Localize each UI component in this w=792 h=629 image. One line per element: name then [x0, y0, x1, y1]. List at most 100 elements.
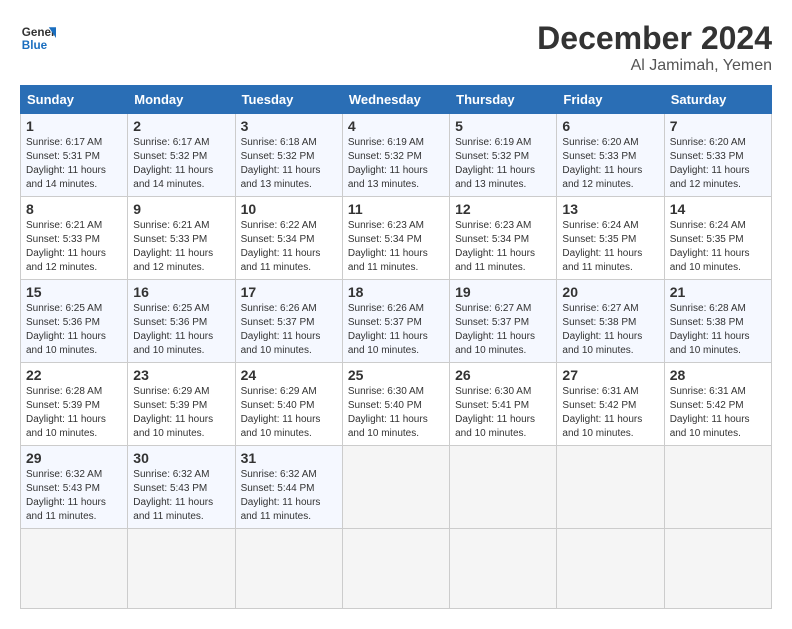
calendar-week-row	[21, 529, 772, 609]
day-info: Sunrise: 6:29 AMSunset: 5:40 PMDaylight:…	[241, 386, 321, 439]
table-row: 2 Sunrise: 6:17 AMSunset: 5:32 PMDayligh…	[128, 114, 235, 197]
day-number: 28	[670, 367, 766, 383]
month-title: December 2024	[537, 20, 772, 57]
day-number: 8	[26, 201, 122, 217]
table-row: 15 Sunrise: 6:25 AMSunset: 5:36 PMDaylig…	[21, 280, 128, 363]
title-block: December 2024 Al Jamimah, Yemen	[537, 20, 772, 75]
header-friday: Friday	[557, 86, 664, 114]
table-row: 4 Sunrise: 6:19 AMSunset: 5:32 PMDayligh…	[342, 114, 449, 197]
day-number: 20	[562, 284, 658, 300]
header-saturday: Saturday	[664, 86, 771, 114]
day-info: Sunrise: 6:21 AMSunset: 5:33 PMDaylight:…	[133, 220, 213, 273]
table-row	[235, 529, 342, 609]
day-info: Sunrise: 6:28 AMSunset: 5:38 PMDaylight:…	[670, 303, 750, 356]
day-number: 5	[455, 118, 551, 134]
table-row: 26 Sunrise: 6:30 AMSunset: 5:41 PMDaylig…	[450, 363, 557, 446]
day-info: Sunrise: 6:23 AMSunset: 5:34 PMDaylight:…	[348, 220, 428, 273]
table-row	[557, 446, 664, 529]
day-number: 1	[26, 118, 122, 134]
calendar-week-row: 8 Sunrise: 6:21 AMSunset: 5:33 PMDayligh…	[21, 197, 772, 280]
day-info: Sunrise: 6:24 AMSunset: 5:35 PMDaylight:…	[670, 220, 750, 273]
table-row	[342, 529, 449, 609]
day-number: 2	[133, 118, 229, 134]
day-info: Sunrise: 6:23 AMSunset: 5:34 PMDaylight:…	[455, 220, 535, 273]
weekday-header-row: Sunday Monday Tuesday Wednesday Thursday…	[21, 86, 772, 114]
header-sunday: Sunday	[21, 86, 128, 114]
table-row: 12 Sunrise: 6:23 AMSunset: 5:34 PMDaylig…	[450, 197, 557, 280]
calendar-table: Sunday Monday Tuesday Wednesday Thursday…	[20, 85, 772, 609]
day-info: Sunrise: 6:31 AMSunset: 5:42 PMDaylight:…	[562, 386, 642, 439]
day-info: Sunrise: 6:32 AMSunset: 5:43 PMDaylight:…	[26, 469, 106, 522]
day-number: 12	[455, 201, 551, 217]
table-row	[557, 529, 664, 609]
day-number: 15	[26, 284, 122, 300]
day-info: Sunrise: 6:28 AMSunset: 5:39 PMDaylight:…	[26, 386, 106, 439]
day-info: Sunrise: 6:26 AMSunset: 5:37 PMDaylight:…	[241, 303, 321, 356]
day-info: Sunrise: 6:31 AMSunset: 5:42 PMDaylight:…	[670, 386, 750, 439]
day-number: 9	[133, 201, 229, 217]
day-info: Sunrise: 6:32 AMSunset: 5:43 PMDaylight:…	[133, 469, 213, 522]
table-row: 18 Sunrise: 6:26 AMSunset: 5:37 PMDaylig…	[342, 280, 449, 363]
day-info: Sunrise: 6:20 AMSunset: 5:33 PMDaylight:…	[562, 137, 642, 190]
table-row: 1 Sunrise: 6:17 AMSunset: 5:31 PMDayligh…	[21, 114, 128, 197]
table-row: 17 Sunrise: 6:26 AMSunset: 5:37 PMDaylig…	[235, 280, 342, 363]
table-row: 3 Sunrise: 6:18 AMSunset: 5:32 PMDayligh…	[235, 114, 342, 197]
table-row: 19 Sunrise: 6:27 AMSunset: 5:37 PMDaylig…	[450, 280, 557, 363]
table-row: 30 Sunrise: 6:32 AMSunset: 5:43 PMDaylig…	[128, 446, 235, 529]
calendar-week-row: 29 Sunrise: 6:32 AMSunset: 5:43 PMDaylig…	[21, 446, 772, 529]
day-number: 30	[133, 450, 229, 466]
day-info: Sunrise: 6:17 AMSunset: 5:32 PMDaylight:…	[133, 137, 213, 190]
calendar-week-row: 1 Sunrise: 6:17 AMSunset: 5:31 PMDayligh…	[21, 114, 772, 197]
day-number: 31	[241, 450, 337, 466]
header-wednesday: Wednesday	[342, 86, 449, 114]
table-row: 5 Sunrise: 6:19 AMSunset: 5:32 PMDayligh…	[450, 114, 557, 197]
table-row: 29 Sunrise: 6:32 AMSunset: 5:43 PMDaylig…	[21, 446, 128, 529]
table-row: 16 Sunrise: 6:25 AMSunset: 5:36 PMDaylig…	[128, 280, 235, 363]
day-info: Sunrise: 6:25 AMSunset: 5:36 PMDaylight:…	[133, 303, 213, 356]
table-row: 10 Sunrise: 6:22 AMSunset: 5:34 PMDaylig…	[235, 197, 342, 280]
table-row: 25 Sunrise: 6:30 AMSunset: 5:40 PMDaylig…	[342, 363, 449, 446]
day-number: 23	[133, 367, 229, 383]
logo: General Blue	[20, 20, 56, 56]
calendar-week-row: 15 Sunrise: 6:25 AMSunset: 5:36 PMDaylig…	[21, 280, 772, 363]
day-number: 18	[348, 284, 444, 300]
day-number: 14	[670, 201, 766, 217]
day-info: Sunrise: 6:30 AMSunset: 5:40 PMDaylight:…	[348, 386, 428, 439]
day-number: 21	[670, 284, 766, 300]
day-number: 26	[455, 367, 551, 383]
table-row: 31 Sunrise: 6:32 AMSunset: 5:44 PMDaylig…	[235, 446, 342, 529]
day-number: 7	[670, 118, 766, 134]
day-number: 17	[241, 284, 337, 300]
day-number: 29	[26, 450, 122, 466]
table-row: 21 Sunrise: 6:28 AMSunset: 5:38 PMDaylig…	[664, 280, 771, 363]
day-number: 16	[133, 284, 229, 300]
table-row: 23 Sunrise: 6:29 AMSunset: 5:39 PMDaylig…	[128, 363, 235, 446]
day-info: Sunrise: 6:22 AMSunset: 5:34 PMDaylight:…	[241, 220, 321, 273]
table-row: 8 Sunrise: 6:21 AMSunset: 5:33 PMDayligh…	[21, 197, 128, 280]
table-row: 6 Sunrise: 6:20 AMSunset: 5:33 PMDayligh…	[557, 114, 664, 197]
day-number: 13	[562, 201, 658, 217]
svg-text:Blue: Blue	[22, 39, 48, 52]
table-row: 20 Sunrise: 6:27 AMSunset: 5:38 PMDaylig…	[557, 280, 664, 363]
day-info: Sunrise: 6:24 AMSunset: 5:35 PMDaylight:…	[562, 220, 642, 273]
day-info: Sunrise: 6:30 AMSunset: 5:41 PMDaylight:…	[455, 386, 535, 439]
day-info: Sunrise: 6:17 AMSunset: 5:31 PMDaylight:…	[26, 137, 106, 190]
table-row	[664, 529, 771, 609]
day-number: 24	[241, 367, 337, 383]
page-header: General Blue December 2024 Al Jamimah, Y…	[20, 20, 772, 75]
day-info: Sunrise: 6:27 AMSunset: 5:38 PMDaylight:…	[562, 303, 642, 356]
day-number: 22	[26, 367, 122, 383]
table-row	[450, 446, 557, 529]
day-number: 19	[455, 284, 551, 300]
day-number: 6	[562, 118, 658, 134]
location-title: Al Jamimah, Yemen	[537, 57, 772, 75]
day-info: Sunrise: 6:19 AMSunset: 5:32 PMDaylight:…	[348, 137, 428, 190]
table-row	[664, 446, 771, 529]
table-row: 7 Sunrise: 6:20 AMSunset: 5:33 PMDayligh…	[664, 114, 771, 197]
table-row	[342, 446, 449, 529]
table-row	[128, 529, 235, 609]
day-number: 10	[241, 201, 337, 217]
table-row: 9 Sunrise: 6:21 AMSunset: 5:33 PMDayligh…	[128, 197, 235, 280]
day-info: Sunrise: 6:27 AMSunset: 5:37 PMDaylight:…	[455, 303, 535, 356]
table-row: 28 Sunrise: 6:31 AMSunset: 5:42 PMDaylig…	[664, 363, 771, 446]
